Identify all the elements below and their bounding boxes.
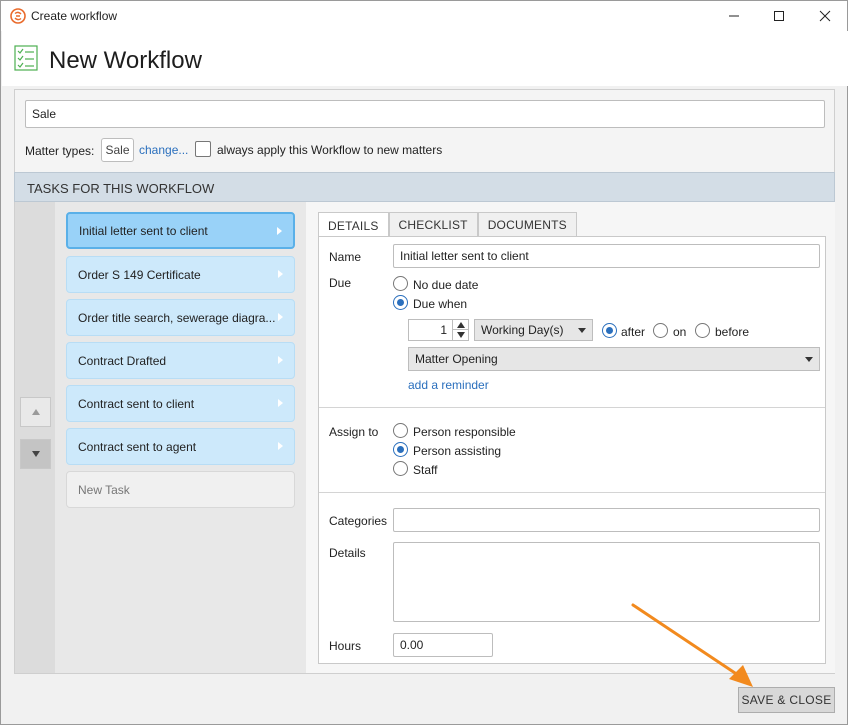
task-item[interactable]: Order title search, sewerage diagra...: [66, 299, 295, 336]
after-radio[interactable]: [602, 323, 617, 338]
before-radio[interactable]: [695, 323, 710, 338]
chevron-right-icon: [278, 313, 283, 321]
due-when-label: Due when: [413, 297, 468, 311]
triangle-up-icon: [31, 409, 40, 415]
staff-radio[interactable]: [393, 461, 408, 476]
due-event-select[interactable]: Matter Opening: [408, 347, 820, 371]
matter-types-label: Matter types:: [25, 144, 95, 158]
due-amount-value: 1: [440, 323, 447, 337]
always-apply-label: always apply this Workflow to new matter…: [217, 143, 443, 157]
no-due-date-label: No due date: [413, 278, 479, 292]
task-item[interactable]: Contract sent to agent: [66, 428, 295, 465]
maximize-button[interactable]: [756, 1, 802, 31]
task-item[interactable]: Contract sent to client: [66, 385, 295, 422]
task-item[interactable]: Contract Drafted: [66, 342, 295, 379]
title-bar: Create workflow: [1, 1, 847, 31]
details-label: Details: [329, 546, 366, 560]
on-label: on: [673, 325, 687, 339]
move-task-down-button[interactable]: [20, 439, 51, 469]
divider: [319, 492, 825, 493]
minimize-button[interactable]: [711, 1, 757, 31]
task-label: Order title search, sewerage diagra...: [78, 310, 276, 325]
create-workflow-window: Create workflow New Workflow Matter type…: [0, 0, 848, 725]
chevron-right-icon: [278, 442, 283, 450]
task-reorder-column: [15, 202, 55, 673]
divider: [319, 407, 825, 408]
categories-label: Categories: [329, 514, 388, 528]
new-task-placeholder: New Task: [78, 482, 130, 497]
person-assisting-label: Person assisting: [413, 444, 502, 458]
tasks-section-title: TASKS FOR THIS WORKFLOW: [27, 181, 215, 196]
hours-label: Hours: [329, 639, 362, 653]
person-responsible-label: Person responsible: [413, 425, 516, 439]
tab-checklist[interactable]: CHECKLIST: [388, 212, 478, 237]
chevron-right-icon: [277, 227, 282, 235]
hours-input[interactable]: 0.00: [393, 633, 493, 657]
task-label: Order S 149 Certificate: [78, 267, 201, 282]
assign-to-label: Assign to: [329, 425, 379, 439]
matter-type-chip: Sale: [101, 138, 134, 162]
always-apply-checkbox[interactable]: [195, 141, 211, 157]
due-unit-value: Working Day(s): [481, 323, 564, 337]
due-unit-select[interactable]: Working Day(s): [474, 319, 593, 341]
person-assisting-radio[interactable]: [393, 442, 408, 457]
no-due-date-radio[interactable]: [393, 276, 408, 291]
workflow-name-input[interactable]: [25, 100, 825, 128]
task-label: Contract Drafted: [78, 353, 167, 368]
task-list: Initial letter sent to client Order S 14…: [55, 202, 306, 673]
task-item[interactable]: Initial letter sent to client: [66, 212, 295, 249]
annotation-arrow-icon: [631, 603, 753, 687]
due-event-value: Matter Opening: [415, 352, 498, 366]
checklist-icon: [14, 45, 38, 71]
triangle-down-icon: [31, 451, 40, 457]
close-icon: [819, 10, 831, 22]
window-title: Create workflow: [31, 9, 118, 23]
add-reminder-link[interactable]: add a reminder: [408, 378, 489, 392]
chevron-right-icon: [278, 270, 283, 278]
triangle-down-icon: [457, 332, 465, 338]
page-title: New Workflow: [49, 47, 202, 74]
due-when-radio[interactable]: [393, 295, 408, 310]
maximize-icon: [774, 11, 784, 21]
detail-tabs: DETAILS CHECKLIST DOCUMENTS: [318, 212, 577, 238]
task-name-input[interactable]: Initial letter sent to client: [393, 244, 820, 268]
change-matter-types-link[interactable]: change...: [139, 143, 188, 157]
chevron-down-icon: [805, 357, 813, 362]
stepper-buttons[interactable]: [452, 320, 468, 340]
move-task-up-button[interactable]: [20, 397, 51, 427]
staff-label: Staff: [413, 463, 438, 477]
person-responsible-radio[interactable]: [393, 423, 408, 438]
task-label: Contract sent to client: [78, 396, 195, 411]
app-logo-icon: [10, 8, 26, 24]
chevron-right-icon: [278, 356, 283, 364]
task-item[interactable]: Order S 149 Certificate: [66, 256, 295, 293]
page-header: New Workflow: [2, 31, 848, 86]
triangle-up-icon: [457, 322, 465, 328]
name-label: Name: [329, 250, 362, 264]
tab-details[interactable]: DETAILS: [318, 212, 389, 238]
categories-input[interactable]: [393, 508, 820, 532]
due-label: Due: [329, 276, 352, 290]
close-button[interactable]: [802, 1, 848, 31]
chevron-right-icon: [278, 399, 283, 407]
due-amount-stepper[interactable]: 1: [408, 319, 469, 341]
tasks-section-header: TASKS FOR THIS WORKFLOW: [14, 172, 835, 202]
on-radio[interactable]: [653, 323, 668, 338]
task-label: Contract sent to agent: [78, 439, 197, 454]
new-task-input[interactable]: New Task: [66, 471, 295, 508]
after-label: after: [621, 325, 646, 339]
before-label: before: [715, 325, 750, 339]
chevron-down-icon: [578, 328, 586, 333]
minimize-icon: [729, 15, 739, 17]
task-label: Initial letter sent to client: [79, 223, 208, 238]
tab-documents[interactable]: DOCUMENTS: [477, 212, 577, 237]
workflow-settings: Matter types: Sale change... always appl…: [14, 89, 835, 173]
